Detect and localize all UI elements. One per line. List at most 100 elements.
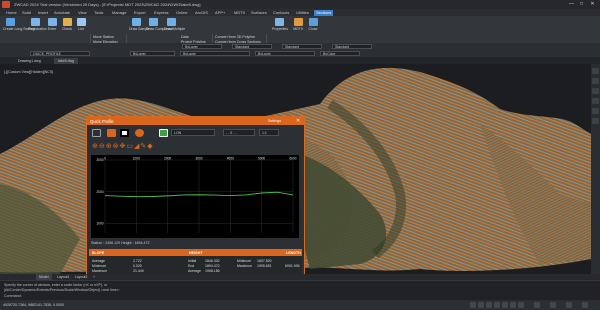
command-line[interactable]: Specify the corner of window, enter a sc…	[0, 280, 600, 301]
draw-sample-icon	[131, 18, 141, 26]
color-bylayer-combo[interactable]: ByLayer	[130, 51, 175, 56]
dialog-close-button[interactable]: ✕	[296, 118, 300, 124]
scale-select[interactable]: 1:1	[259, 129, 279, 136]
close-ribbon-button[interactable]: Close	[306, 18, 320, 36]
fullscreen-icon[interactable]	[582, 302, 588, 308]
settings-icon[interactable]	[566, 302, 572, 308]
layer-select[interactable]: LON	[171, 129, 215, 136]
navcube-icon[interactable]	[592, 68, 599, 74]
long-section-icon	[5, 18, 15, 26]
draw-sample-button[interactable]: Draw Sample	[129, 18, 151, 36]
properties-label: Properties	[272, 27, 288, 31]
height-header: HEIGHT	[189, 250, 203, 255]
registration-icon	[30, 18, 40, 26]
height-initial-label: Initial	[188, 259, 197, 263]
convert-3d-polyline-button[interactable]: Convert from 3D Polyline	[215, 35, 255, 39]
height-end-label: End	[188, 264, 195, 268]
document-tabs: Drawing1.dwg lake5.dwg	[0, 57, 600, 64]
command-prompt[interactable]: Command:	[4, 294, 22, 298]
maximize-button[interactable]: □	[577, 1, 586, 8]
create-long-section-label: Create Long Section	[3, 27, 35, 31]
text-style-combo[interactable]: Standard	[232, 44, 272, 49]
polar-icon[interactable]	[494, 302, 500, 308]
grid-icon[interactable]	[470, 302, 476, 308]
box-icon[interactable]	[107, 129, 116, 137]
slope-average-value: 2.722	[133, 259, 142, 263]
lineweight-icon[interactable]	[518, 302, 524, 308]
list-button[interactable]: List	[74, 18, 88, 36]
mdt9-button[interactable]: MDT9	[291, 18, 305, 36]
color-combo[interactable]: ByLayer	[182, 44, 222, 49]
close-window-button[interactable]: ✕	[588, 1, 597, 8]
draw-multiple-icon	[166, 18, 176, 26]
linetype-combo[interactable]: ByLayer	[180, 51, 250, 56]
showmotion-icon[interactable]	[592, 108, 599, 114]
layer-combo[interactable]: QUICK_PROFILE	[30, 51, 90, 56]
zoom-out-icon[interactable]: ⊖	[99, 143, 106, 150]
app-logo-icon[interactable]	[2, 1, 10, 8]
osnap-icon[interactable]	[502, 302, 508, 308]
registration-button[interactable]: Registration	[28, 18, 47, 36]
display-icon[interactable]	[120, 129, 129, 137]
minimize-button[interactable]: —	[567, 1, 576, 8]
pick-icon[interactable]	[92, 129, 101, 137]
draw-multiple-label: Draw Multiple	[164, 27, 186, 31]
profile-chart[interactable]: 0 1000 2000 3000 4000 5000 6000 3000 2000 1000	[91, 155, 299, 238]
list-icon	[76, 18, 86, 26]
point-icon[interactable]: ◆	[147, 143, 153, 150]
move-station-button[interactable]: Move Station	[93, 35, 114, 39]
draw-component-icon	[148, 18, 158, 26]
enter-icon	[47, 18, 57, 26]
table-style-combo[interactable]: Standard	[332, 44, 372, 49]
zoom-in-icon[interactable]: ⊕	[92, 143, 99, 150]
mdt9-label: MDT9	[293, 27, 303, 31]
window-title: ZWCAD 2024 Trial version (Versioned 29 D…	[14, 2, 201, 7]
orbit-icon[interactable]	[592, 98, 599, 104]
measure-icon[interactable]: ▭	[126, 143, 134, 150]
zoom-window-icon[interactable]: ⊕	[106, 143, 113, 150]
palette-icon[interactable]	[135, 129, 144, 137]
station-readout: Station : 2456.129 Height : 1894.472	[91, 241, 150, 245]
draw-component-label: Draw Component	[146, 27, 174, 31]
zoom-icon[interactable]	[592, 88, 599, 94]
draw-component-button[interactable]: Draw Component	[146, 18, 174, 36]
check-button[interactable]: Check	[60, 18, 74, 36]
slope-header: SLOPE	[92, 250, 105, 255]
create-long-section-button[interactable]: Create Long Section	[3, 18, 35, 36]
enter-button[interactable]: Enter	[45, 18, 59, 36]
draw-multiple-button[interactable]: Draw Multiple	[164, 18, 186, 36]
slope-average-label: Average	[92, 259, 105, 263]
registration-label: Registration	[28, 27, 47, 31]
plotstyle-combo[interactable]: ByColor	[320, 51, 360, 56]
ortho-icon[interactable]	[486, 302, 492, 308]
pan-icon[interactable]	[592, 78, 599, 84]
data-button[interactable]: Data	[181, 35, 189, 39]
layer-icon[interactable]	[592, 118, 599, 124]
settings-button[interactable]: Settings	[268, 119, 281, 123]
style-toolbar: ByLayer Standard Standard Standard	[0, 43, 600, 50]
enter-label: Enter	[47, 27, 57, 31]
color-icon[interactable]	[159, 129, 168, 137]
dialog-header[interactable]: Quick Profile Settings ✕	[87, 117, 304, 125]
zoom-extents-icon[interactable]: ⊗	[113, 143, 120, 150]
view-label[interactable]: [-][Custom View][Hidden][NCS]	[4, 70, 53, 74]
y-tick-label: 3000	[96, 158, 103, 162]
properties-button[interactable]: Properties	[272, 18, 288, 36]
dim-style-combo[interactable]: Standard	[282, 44, 322, 49]
ribbon-tab-bar: Home Solid Insert Annotate View Tools Ma…	[0, 9, 600, 16]
command-history-line: Specify the corner of window, enter a sc…	[4, 283, 108, 287]
annotation-icon[interactable]	[534, 302, 540, 308]
coordinate-readout: 4926720.7384, 9882141.7538, 0.0000	[3, 303, 64, 307]
otrack-icon[interactable]	[510, 302, 516, 308]
slope-maximum-label: Maximum	[92, 269, 108, 273]
status-bar: 4926720.7384, 9882141.7538, 0.0000	[0, 300, 600, 310]
linetype-select[interactable]: - - 0 - -	[223, 129, 255, 136]
snap-icon[interactable]	[478, 302, 484, 308]
properties-icon	[274, 18, 284, 26]
lineweight-combo[interactable]: ByLayer	[255, 51, 315, 56]
dialog-title: Quick Profile	[90, 119, 114, 124]
quick-profile-dialog: Quick Profile Settings ✕ LON - - 0 - - 1…	[86, 116, 305, 294]
draw-sample-label: Draw Sample	[129, 27, 151, 31]
height-initial-value: 1846.302	[205, 259, 220, 263]
workspace-icon[interactable]	[550, 302, 556, 308]
